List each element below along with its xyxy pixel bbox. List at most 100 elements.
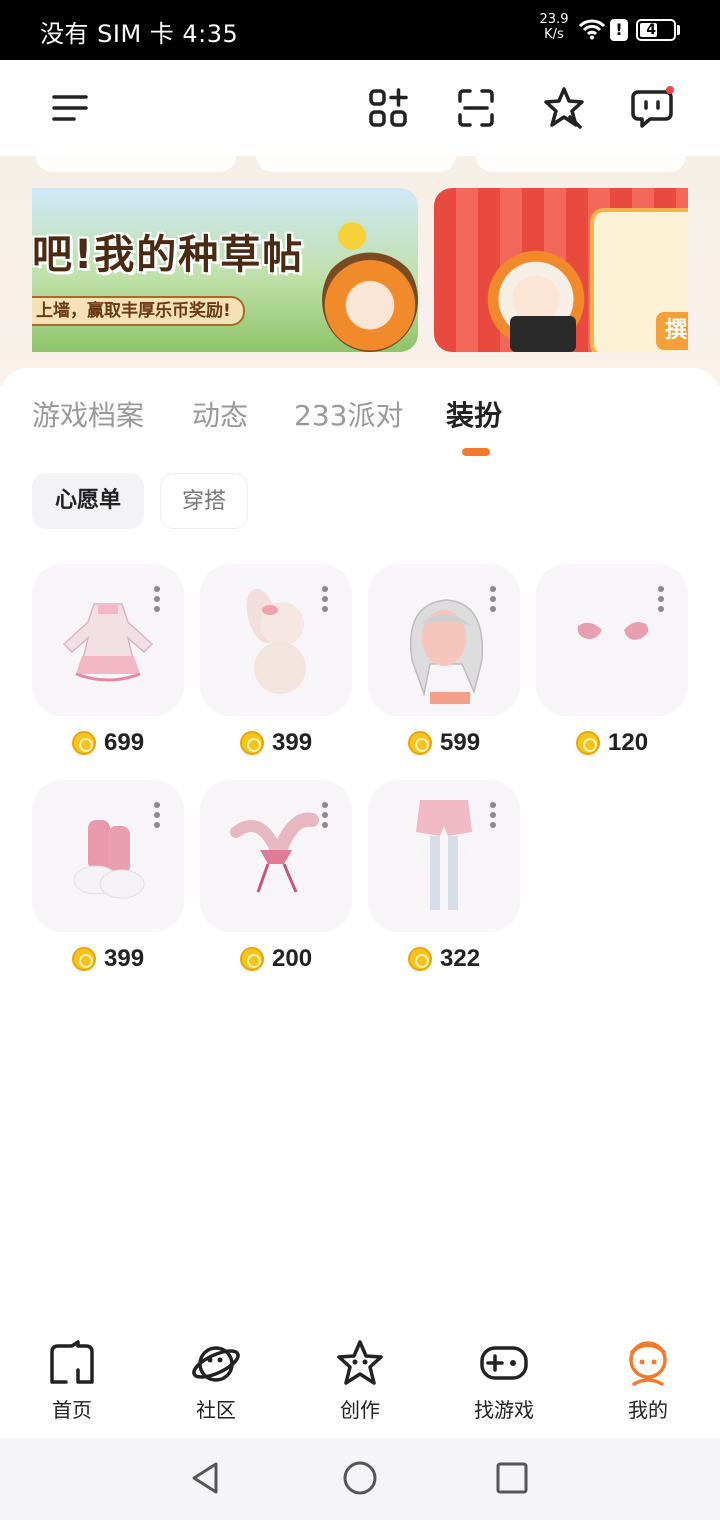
tab-game-profile[interactable]: 游戏档案 — [32, 394, 144, 434]
wishlist-item[interactable]: 399 — [200, 564, 352, 764]
item-thumbnail[interactable] — [200, 564, 352, 716]
battery-percent: 47 — [646, 22, 666, 38]
banner-ghost — [476, 156, 686, 172]
more-options-icon[interactable] — [322, 802, 328, 832]
pink-wings-image — [577, 622, 649, 640]
item-thumbnail[interactable] — [368, 564, 520, 716]
bottom-navigation: 首页 社区 创作 找游戏 我的 — [0, 1328, 720, 1438]
wishlist-item[interactable]: 699 — [32, 564, 184, 764]
banner-ghost — [256, 156, 456, 172]
item-price: 200 — [240, 944, 312, 974]
home-circle-icon[interactable] — [340, 1458, 380, 1498]
wishlist-item[interactable]: 120 — [536, 564, 688, 764]
character-illustration — [322, 248, 418, 352]
price-value: 699 — [104, 729, 145, 756]
star-icon — [334, 1338, 386, 1390]
item-price: 120 — [576, 728, 648, 758]
price-value: 399 — [272, 729, 313, 756]
item-thumbnail[interactable] — [536, 564, 688, 716]
wifi-icon — [578, 18, 606, 44]
network-speed: 23.9 K/s — [536, 12, 572, 42]
nav-find-games[interactable]: 找游戏 — [454, 1334, 554, 1430]
nav-label: 社区 — [196, 1398, 236, 1422]
more-options-icon[interactable] — [154, 802, 160, 832]
system-navigation — [0, 1438, 720, 1520]
more-options-icon[interactable] — [322, 586, 328, 616]
item-thumbnail[interactable] — [368, 780, 520, 932]
item-price: 322 — [408, 944, 480, 974]
silver-hair-image — [410, 599, 484, 704]
chip-outfits[interactable]: 穿搭 — [160, 473, 248, 529]
nav-label: 我的 — [628, 1398, 668, 1422]
alert-icon: ! — [610, 19, 628, 41]
scan-icon[interactable] — [452, 84, 500, 132]
tab-activity[interactable]: 动态 — [192, 394, 248, 434]
more-options-icon[interactable] — [154, 586, 160, 616]
wishlist-item[interactable]: 399 — [32, 780, 184, 980]
status-carrier-time: 没有 SIM 卡 4:35 — [40, 20, 239, 48]
status-bar: 没有 SIM 卡 4:35 23.9 K/s ! 47 — [0, 0, 720, 60]
message-icon[interactable] — [628, 84, 676, 132]
gamepad-icon — [478, 1338, 530, 1390]
item-price: 599 — [408, 728, 480, 758]
coin-icon — [72, 947, 96, 971]
item-price: 399 — [240, 728, 312, 758]
recents-icon[interactable] — [492, 1458, 532, 1498]
profile-content: 游戏档案 动态 233派对 装扮 心愿单 穿搭 699 399 599 120 … — [0, 368, 720, 1328]
battery-tip — [677, 25, 680, 35]
coin-icon — [408, 731, 432, 755]
bunny-ear-headband-image — [230, 812, 319, 893]
tab-233-party[interactable]: 233派对 — [294, 394, 403, 434]
item-thumbnail[interactable] — [32, 564, 184, 716]
item-price: 699 — [72, 728, 144, 758]
nav-create[interactable]: 创作 — [310, 1334, 410, 1430]
coin-icon — [240, 947, 264, 971]
nav-label: 创作 — [340, 1398, 380, 1422]
wishlist-item[interactable]: 200 — [200, 780, 352, 980]
pink-boots-image — [73, 820, 145, 899]
tab-dress-up[interactable]: 装扮 — [446, 394, 502, 434]
item-price: 399 — [72, 944, 144, 974]
sun-icon — [338, 222, 366, 250]
banner-subtitle: 上墙，赢取丰厚乐币奖励! — [32, 296, 245, 326]
more-options-icon[interactable] — [658, 586, 664, 616]
star-sticker-icon[interactable] — [540, 84, 588, 132]
chip-wishlist[interactable]: 心愿单 — [32, 473, 144, 529]
banner-ghost — [36, 156, 236, 172]
price-value: 322 — [440, 945, 481, 972]
laptop-illustration — [510, 316, 576, 352]
more-options-icon[interactable] — [490, 802, 496, 832]
menu-icon[interactable] — [46, 84, 94, 132]
wishlist-item[interactable]: 599 — [368, 564, 520, 764]
coin-icon — [576, 731, 600, 755]
network-speed-value: 23.9 — [539, 12, 569, 27]
network-speed-unit: K/s — [544, 27, 564, 42]
coin-icon — [72, 731, 96, 755]
nav-me[interactable]: 我的 — [598, 1334, 698, 1430]
price-value: 599 — [440, 729, 481, 756]
banner-seed-post[interactable]: 吧!我的种草帖 上墙，赢取丰厚乐币奖励! — [32, 188, 418, 352]
price-value: 200 — [272, 945, 313, 972]
price-value: 120 — [608, 729, 649, 756]
back-icon[interactable] — [186, 1458, 226, 1498]
item-thumbnail[interactable] — [200, 780, 352, 932]
coin-icon — [408, 947, 432, 971]
nav-community[interactable]: 社区 — [166, 1334, 266, 1430]
pink-dress-image — [62, 603, 154, 682]
planet-icon — [190, 1338, 242, 1390]
banner-carousel: 吧!我的种草帖 上墙，赢取丰厚乐币奖励! 撰 — [0, 156, 720, 386]
profile-icon — [622, 1338, 674, 1390]
more-options-icon[interactable] — [490, 586, 496, 616]
apps-icon[interactable] — [364, 84, 412, 132]
tab-indicator — [462, 448, 490, 456]
coin-icon — [240, 731, 264, 755]
item-thumbnail[interactable] — [32, 780, 184, 932]
plush-bunny-image — [246, 588, 306, 694]
banner-title: 吧!我的种草帖 — [32, 232, 305, 278]
home-icon — [46, 1338, 98, 1390]
price-value: 399 — [104, 945, 145, 972]
wishlist-item[interactable]: 322 — [368, 780, 520, 980]
nav-home[interactable]: 首页 — [22, 1334, 122, 1430]
banner-create-post[interactable]: 撰 — [434, 188, 688, 352]
nav-label: 首页 — [52, 1398, 92, 1422]
